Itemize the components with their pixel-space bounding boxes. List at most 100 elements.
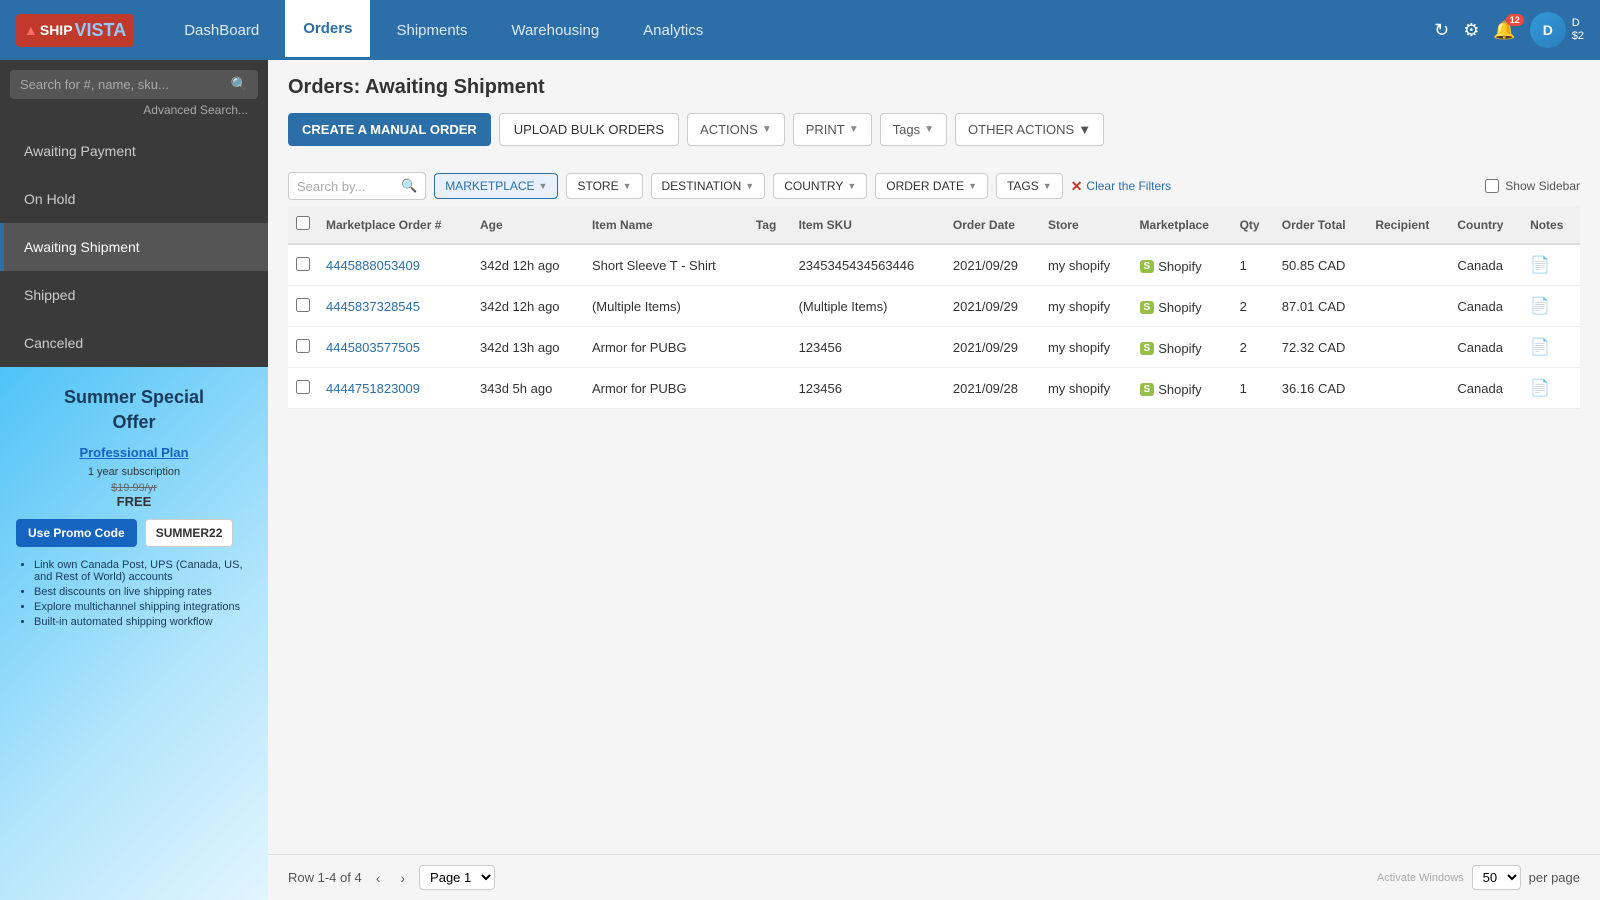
advanced-search-link[interactable]: Advanced Search... bbox=[10, 99, 258, 121]
nav-warehousing[interactable]: Warehousing bbox=[493, 0, 617, 60]
prev-page-button[interactable]: ‹ bbox=[370, 868, 387, 888]
row-checkbox[interactable] bbox=[296, 298, 310, 312]
clear-filters-link[interactable]: ✕ Clear the Filters bbox=[1071, 178, 1171, 195]
row-store: my shopify bbox=[1040, 286, 1132, 327]
search-area: 🔍 Advanced Search... bbox=[0, 60, 268, 127]
row-qty: 1 bbox=[1232, 368, 1274, 409]
sidebar-item-awaiting-payment[interactable]: Awaiting Payment bbox=[0, 127, 268, 175]
table-row: 4445837328545 342d 12h ago (Multiple Ite… bbox=[288, 286, 1580, 327]
row-notes[interactable]: 📄 bbox=[1522, 286, 1580, 327]
order-id-link[interactable]: 4445888053409 bbox=[326, 258, 420, 273]
col-country: Country bbox=[1449, 206, 1522, 244]
user-area[interactable]: D D $2 bbox=[1530, 12, 1584, 48]
row-notes[interactable]: 📄 bbox=[1522, 244, 1580, 286]
other-actions-button[interactable]: OTHER ACTIONS ▼ bbox=[955, 113, 1104, 146]
country-filter-button[interactable]: COUNTRY ▼ bbox=[773, 173, 867, 199]
col-sku: Item SKU bbox=[791, 206, 945, 244]
shopify-badge: S bbox=[1140, 260, 1155, 273]
table-row: 4444751823009 343d 5h ago Armor for PUBG… bbox=[288, 368, 1580, 409]
next-page-button[interactable]: › bbox=[394, 868, 411, 888]
row-checkbox[interactable] bbox=[296, 257, 310, 271]
note-icon[interactable]: 📄 bbox=[1530, 339, 1550, 356]
show-sidebar-checkbox[interactable] bbox=[1485, 179, 1499, 193]
order-id-link[interactable]: 4444751823009 bbox=[326, 381, 420, 396]
row-checkbox[interactable] bbox=[296, 339, 310, 353]
col-order-total: Order Total bbox=[1274, 206, 1368, 244]
select-all-header[interactable] bbox=[288, 206, 318, 244]
row-checkbox-cell[interactable] bbox=[288, 368, 318, 409]
search-input[interactable] bbox=[20, 77, 225, 92]
notification-icon[interactable]: 🔔 12 bbox=[1493, 20, 1515, 41]
col-tag: Tag bbox=[748, 206, 791, 244]
col-marketplace: Marketplace bbox=[1132, 206, 1232, 244]
filter-search-icon[interactable]: 🔍 bbox=[401, 178, 417, 194]
row-age: 342d 13h ago bbox=[472, 327, 584, 368]
store-filter-button[interactable]: STORE ▼ bbox=[566, 173, 642, 199]
row-total: 72.32 CAD bbox=[1274, 327, 1368, 368]
promo-bullet-1: Link own Canada Post, UPS (Canada, US, a… bbox=[34, 559, 252, 583]
row-order-id: 4445837328545 bbox=[318, 286, 472, 327]
nav-analytics[interactable]: Analytics bbox=[625, 0, 721, 60]
col-recipient: Recipient bbox=[1367, 206, 1449, 244]
tags-button[interactable]: Tags ▼ bbox=[880, 113, 947, 146]
nav-shipments[interactable]: Shipments bbox=[378, 0, 485, 60]
print-chevron-icon: ▼ bbox=[849, 124, 859, 135]
row-checkbox-cell[interactable] bbox=[288, 327, 318, 368]
row-checkbox-cell[interactable] bbox=[288, 286, 318, 327]
page-select[interactable]: Page 1 bbox=[419, 865, 495, 890]
shopify-badge: S bbox=[1140, 342, 1155, 355]
sidebar-item-on-hold[interactable]: On Hold bbox=[0, 175, 268, 223]
note-icon[interactable]: 📄 bbox=[1530, 298, 1550, 315]
promo-bullet-4: Built-in automated shipping workflow bbox=[34, 616, 252, 628]
table-row: 4445803577505 342d 13h ago Armor for PUB… bbox=[288, 327, 1580, 368]
filter-search-input[interactable] bbox=[297, 179, 397, 194]
shopify-icon: S Shopify bbox=[1140, 341, 1202, 356]
row-order-date: 2021/09/29 bbox=[945, 286, 1040, 327]
shopify-badge: S bbox=[1140, 301, 1155, 314]
select-all-checkbox[interactable] bbox=[296, 216, 310, 230]
order-date-filter-button[interactable]: ORDER DATE ▼ bbox=[875, 173, 988, 199]
actions-button[interactable]: ACTIONS ▼ bbox=[687, 113, 785, 146]
per-page-select[interactable]: 50 bbox=[1472, 865, 1521, 890]
shopify-icon: S Shopify bbox=[1140, 259, 1202, 274]
order-id-link[interactable]: 4445837328545 bbox=[326, 299, 420, 314]
nav-dashboard[interactable]: DashBoard bbox=[166, 0, 277, 60]
destination-filter-button[interactable]: DESTINATION ▼ bbox=[651, 173, 766, 199]
promo-title: Summer Special bbox=[16, 387, 252, 408]
note-icon[interactable]: 📄 bbox=[1530, 257, 1550, 274]
nav-icons: ↻ ⚙ 🔔 12 D D $2 bbox=[1434, 12, 1584, 48]
marketplace-filter-button[interactable]: MARKETPLACE ▼ bbox=[434, 173, 558, 199]
create-manual-order-button[interactable]: CREATE A MANUAL ORDER bbox=[288, 113, 491, 146]
row-recipient bbox=[1367, 368, 1449, 409]
note-icon[interactable]: 📄 bbox=[1530, 380, 1550, 397]
settings-icon[interactable]: ⚙ bbox=[1463, 20, 1479, 41]
row-store: my shopify bbox=[1040, 368, 1132, 409]
sidebar-item-canceled[interactable]: Canceled bbox=[0, 319, 268, 367]
logo[interactable]: ▲ SHIPVISTA bbox=[16, 14, 138, 47]
print-button[interactable]: PRINT ▼ bbox=[793, 113, 872, 146]
row-notes[interactable]: 📄 bbox=[1522, 327, 1580, 368]
row-store: my shopify bbox=[1040, 327, 1132, 368]
refresh-icon[interactable]: ↻ bbox=[1434, 20, 1449, 41]
row-notes[interactable]: 📄 bbox=[1522, 368, 1580, 409]
main-header: Orders: Awaiting Shipment CREATE A MANUA… bbox=[268, 60, 1600, 166]
sidebar-item-awaiting-shipment[interactable]: Awaiting Shipment bbox=[0, 223, 268, 271]
sidebar-item-shipped[interactable]: Shipped bbox=[0, 271, 268, 319]
search-icon[interactable]: 🔍 bbox=[231, 76, 248, 93]
use-promo-button[interactable]: Use Promo Code bbox=[16, 519, 137, 547]
row-order-date: 2021/09/29 bbox=[945, 327, 1040, 368]
row-recipient bbox=[1367, 244, 1449, 286]
upload-bulk-orders-button[interactable]: UPLOAD BULK ORDERS bbox=[499, 113, 679, 146]
tags-filter-button[interactable]: TAGS ▼ bbox=[996, 173, 1063, 199]
col-marketplace-order: Marketplace Order # bbox=[318, 206, 472, 244]
row-tag bbox=[748, 327, 791, 368]
actions-chevron-icon: ▼ bbox=[762, 124, 772, 135]
store-chevron-icon: ▼ bbox=[623, 181, 632, 191]
order-id-link[interactable]: 4445803577505 bbox=[326, 340, 420, 355]
row-checkbox-cell[interactable] bbox=[288, 244, 318, 286]
country-chevron-icon: ▼ bbox=[847, 181, 856, 191]
row-checkbox[interactable] bbox=[296, 380, 310, 394]
nav-orders[interactable]: Orders bbox=[285, 0, 370, 60]
promo-bullet-2: Best discounts on live shipping rates bbox=[34, 586, 252, 598]
avatar: D bbox=[1530, 12, 1566, 48]
